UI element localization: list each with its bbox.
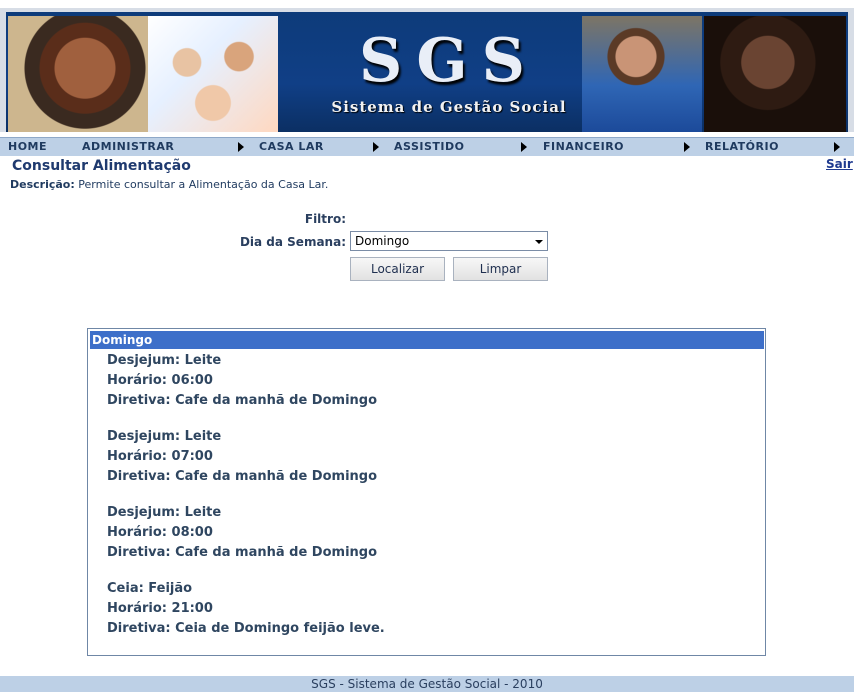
- header-banner: SGS Sistema de Gestão Social: [0, 8, 854, 132]
- meal-directive: Diretiva: Ceia de Domingo feijão leve.: [107, 621, 385, 636]
- meal-time: Horário: 07:00: [107, 449, 213, 464]
- meal-directive: Diretiva: Cafe da manhã de Domingo: [107, 469, 378, 484]
- meal-directive: Diretiva: Cafe da manhã de Domingo: [107, 393, 378, 408]
- menu-arrow-icon: [834, 142, 840, 152]
- menu-item-home[interactable]: HOME: [8, 140, 47, 153]
- description-label: Descrição:: [10, 178, 75, 191]
- meal-directive: Diretiva: Cafe da manhã de Domingo: [107, 545, 378, 560]
- child-photo-1: [8, 16, 148, 132]
- student-photo: [582, 16, 702, 132]
- day-of-week-value: Domingo: [355, 234, 410, 248]
- logo-subtitle: Sistema de Gestão Social: [331, 98, 567, 116]
- meal-name: Ceia: Feijão: [107, 581, 193, 596]
- menu-item-administrar[interactable]: ADMINISTRAR: [82, 140, 174, 153]
- meal-entry: Ceia: Feijão Horário: 21:00 Diretiva: Ce…: [107, 579, 385, 639]
- meal-entry: Desjejum: Leite Horário: 07:00 Diretiva:…: [107, 427, 377, 487]
- clear-button[interactable]: Limpar: [453, 257, 548, 281]
- child-photo-2: [704, 16, 846, 132]
- meal-time: Horário: 08:00: [107, 525, 213, 540]
- logout-link[interactable]: Sair: [826, 157, 853, 171]
- meal-entry: Desjejum: Leite Horário: 06:00 Diretiva:…: [107, 351, 377, 411]
- page-title: Consultar Alimentação: [12, 158, 191, 174]
- meal-entry: Desjejum: Leite Horário: 08:00 Diretiva:…: [107, 503, 377, 563]
- page-description: Descrição: Permite consultar a Alimentaç…: [10, 178, 328, 191]
- menu-arrow-icon: [521, 142, 527, 152]
- logo-title: SGS: [359, 26, 539, 96]
- filter-heading: Filtro:: [304, 212, 346, 226]
- menu-arrow-icon: [238, 142, 244, 152]
- main-menu: HOME ADMINISTRAR CASA LAR ASSISTIDO FINA…: [0, 137, 854, 156]
- menu-item-financeiro[interactable]: FINANCEIRO: [543, 140, 624, 153]
- menu-item-assistido[interactable]: ASSISTIDO: [394, 140, 464, 153]
- menu-arrow-icon: [373, 142, 379, 152]
- meal-name: Desjejum: Leite: [107, 429, 222, 444]
- meal-name: Desjejum: Leite: [107, 505, 222, 520]
- meal-time: Horário: 06:00: [107, 373, 213, 388]
- banner-background: SGS Sistema de Gestão Social: [6, 12, 848, 132]
- meal-time: Horário: 21:00: [107, 601, 213, 616]
- day-of-week-label: Dia da Semana:: [239, 235, 346, 249]
- children-group-photo: [148, 16, 278, 132]
- results-panel: Domingo Desjejum: Leite Horário: 06:00 D…: [87, 328, 766, 656]
- search-button[interactable]: Localizar: [350, 257, 445, 281]
- sgs-logo: SGS Sistema de Gestão Social: [328, 26, 570, 126]
- menu-item-relatorio[interactable]: RELATÓRIO: [705, 140, 779, 153]
- menu-item-casa-lar[interactable]: CASA LAR: [259, 140, 324, 153]
- footer: SGS - Sistema de Gestão Social - 2010: [0, 676, 854, 692]
- day-of-week-select[interactable]: Domingo: [350, 231, 548, 251]
- description-text: Permite consultar a Alimentação da Casa …: [78, 178, 329, 191]
- menu-arrow-icon: [684, 142, 690, 152]
- results-group-title: Domingo: [90, 331, 764, 349]
- meal-name: Desjejum: Leite: [107, 353, 222, 368]
- chevron-down-icon: [535, 240, 543, 244]
